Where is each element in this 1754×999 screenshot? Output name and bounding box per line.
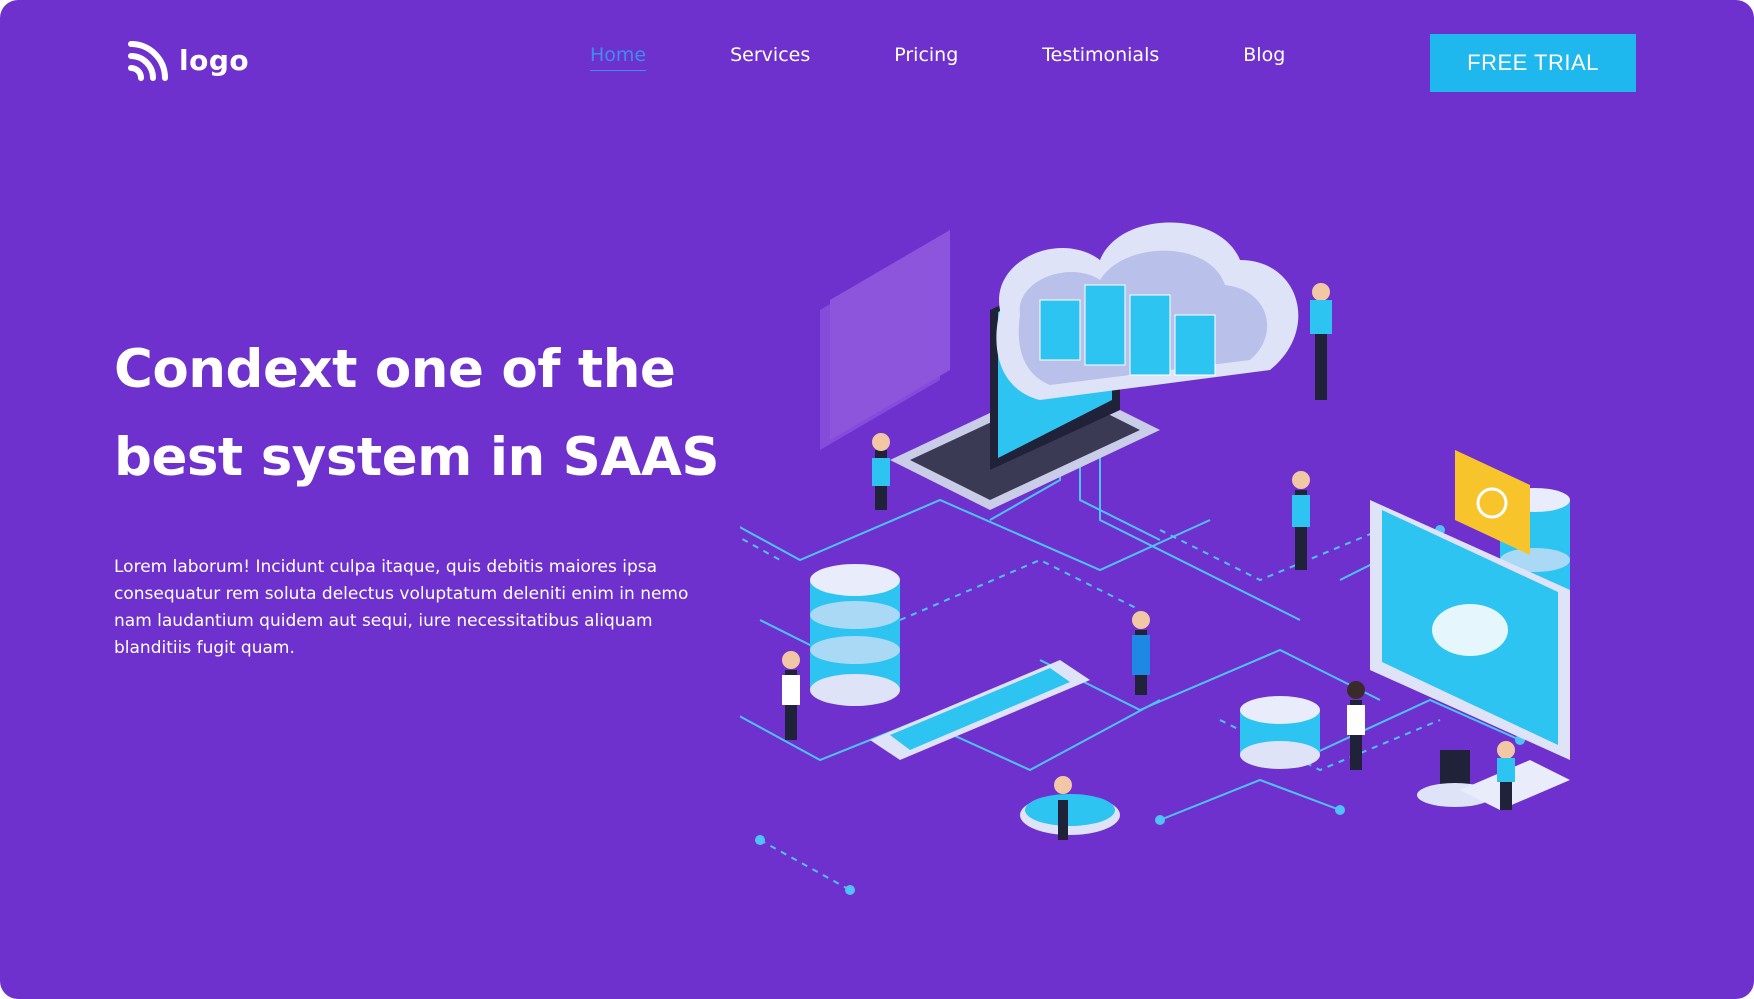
hero-description: Lorem laborum! Incidunt culpa itaque, qu… <box>114 557 689 658</box>
hero-title-line-2: best system in SAAS <box>114 427 720 488</box>
nav-home[interactable]: Home <box>590 44 647 71</box>
nav-pricing[interactable]: Pricing <box>894 44 958 71</box>
main-nav: Home Services Pricing Testimonials Blog <box>590 44 1369 71</box>
logo-text: logo <box>179 43 250 77</box>
saas-isometric-illustration <box>740 222 1570 895</box>
hero-title-line-1: Condext one of the <box>114 339 676 400</box>
nav-testimonials[interactable]: Testimonials <box>1042 44 1159 71</box>
landing-page: logo Home Services Pricing Testimonials … <box>0 0 1754 999</box>
brand-logo[interactable]: logo <box>127 38 249 82</box>
nav-services[interactable]: Services <box>730 44 810 71</box>
database-stack-left <box>810 564 900 706</box>
cloud-servers <box>996 222 1299 400</box>
database-small <box>1240 696 1320 769</box>
round-pad <box>1020 794 1120 835</box>
nav-blog[interactable]: Blog <box>1243 44 1285 71</box>
free-trial-button[interactable]: FREE TRIAL <box>1430 34 1636 92</box>
hero-title: Condext one of the best system in SAAS <box>114 326 754 502</box>
folder-sync <box>1455 450 1530 555</box>
smartphone <box>870 660 1090 760</box>
code-panel <box>820 230 950 450</box>
wifi-signal-icon <box>128 41 168 81</box>
